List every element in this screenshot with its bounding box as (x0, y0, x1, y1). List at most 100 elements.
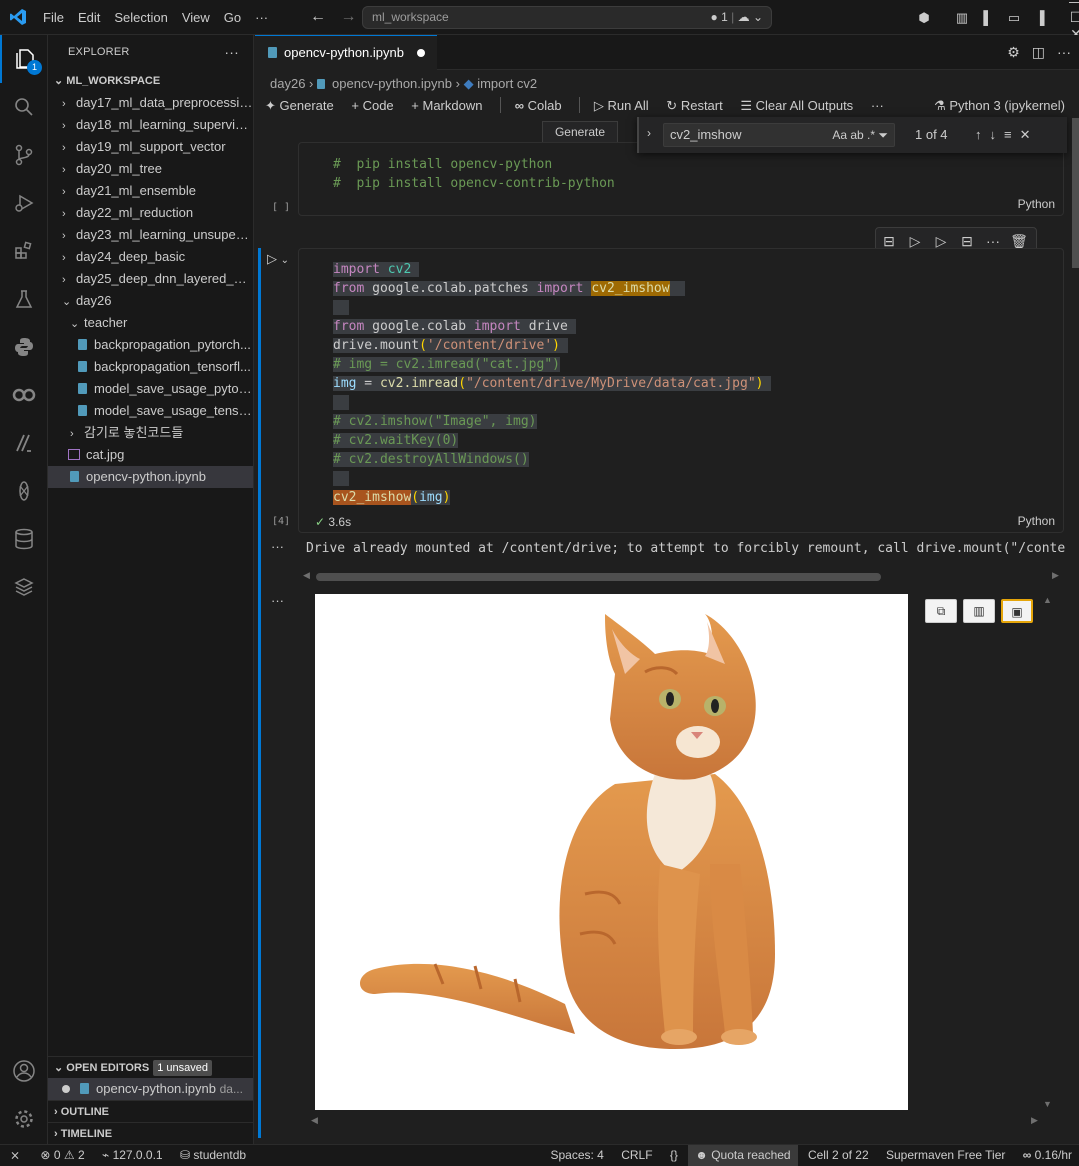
colab-usage[interactable]: ∞ 0.16/hr (1016, 1145, 1079, 1166)
add-code-button[interactable]: + Code (351, 95, 393, 117)
database-indicator[interactable]: ⛁ studentdb (173, 1145, 253, 1166)
colab-button[interactable]: ∞ Colab (515, 95, 562, 117)
code-cell-1[interactable]: # pip install opencv-python # pip instal… (298, 142, 1064, 216)
outline-section[interactable]: › OUTLINE (48, 1100, 253, 1122)
problems-indicator[interactable]: ⊗ 0 ⚠ 2 (33, 1145, 91, 1166)
plot-viewer-icon[interactable]: ▥ (963, 599, 995, 623)
folder-item[interactable]: › day24_deep_basic (48, 246, 253, 268)
eol-indicator[interactable]: CRLF (614, 1145, 659, 1166)
editor-scrollbar[interactable] (1072, 118, 1079, 268)
previous-match-icon[interactable]: ↑ (975, 127, 990, 142)
notebook-file-item[interactable]: backpropagation_pytorch... (48, 334, 253, 356)
output-more-icon[interactable]: ··· (271, 593, 284, 608)
cell-language[interactable]: Python (1018, 514, 1055, 528)
filter-icon[interactable]: ⏷ (878, 128, 888, 142)
toggle-secondary-sidebar-icon[interactable]: ▐ (1027, 10, 1053, 25)
copy-output-icon[interactable]: ⧉ (925, 599, 957, 623)
open-editors-section[interactable]: ⌄ OPEN EDITORS 1 unsaved (48, 1056, 253, 1078)
tab-opencv-notebook[interactable]: opencv-python.ipynb (255, 35, 437, 70)
source-control-icon[interactable] (0, 131, 48, 179)
folder-item[interactable]: › day22_ml_reduction (48, 202, 253, 224)
breadcrumb-file[interactable]: opencv-python.ipynb (332, 76, 452, 91)
accounts-icon[interactable]: ⬢ (911, 10, 937, 26)
maximize-icon[interactable]: ☐ (1053, 9, 1079, 26)
find-selection-icon[interactable]: ≡ (1004, 127, 1020, 142)
run-cell-button[interactable]: ▷ ⌄ (267, 251, 289, 267)
changes-indicator[interactable]: ● 1 | ☁ ⌄ (711, 7, 763, 28)
folder-item[interactable]: › day19_ml_support_vector (48, 136, 253, 158)
run-debug-icon[interactable] (0, 179, 48, 227)
kubernetes-icon[interactable] (0, 467, 48, 515)
toggle-panel-icon[interactable]: ▭ (1001, 10, 1027, 26)
folder-teacher[interactable]: ⌄ teacher (48, 312, 253, 334)
output-horizontal-scrollbar[interactable] (316, 573, 881, 581)
folder-item[interactable]: › day18_ml_learning_supervise... (48, 114, 253, 136)
scroll-right-icon[interactable]: ▶ (1052, 570, 1059, 581)
clear-outputs-button[interactable]: ☰ Clear All Outputs (740, 95, 853, 117)
colab-icon[interactable] (0, 371, 48, 419)
scroll-left-icon[interactable]: ◀ (303, 570, 310, 581)
breadcrumb-folder[interactable]: day26 (270, 76, 305, 91)
menu-go[interactable]: Go (217, 0, 248, 35)
close-find-icon[interactable]: ✕ (1020, 127, 1039, 142)
more-actions-icon[interactable]: ··· (1057, 44, 1071, 60)
timeline-section[interactable]: › TIMELINE (48, 1122, 253, 1144)
restart-button[interactable]: ↻ Restart (666, 95, 722, 117)
testing-flask-icon[interactable] (0, 275, 48, 323)
python-icon[interactable] (0, 323, 48, 371)
database-icon[interactable] (0, 515, 48, 563)
find-options[interactable]: Aa ab .* ⏷ (832, 124, 888, 146)
workspace-root[interactable]: ⌄ ML_WORKSPACE (48, 70, 253, 92)
chevron-right-icon[interactable]: › (647, 126, 651, 140)
cell-language[interactable]: Python (1018, 197, 1055, 211)
breadcrumb-symbol[interactable]: import cv2 (477, 76, 537, 91)
toolbar-more-icon[interactable]: ··· (871, 95, 884, 117)
scroll-down-icon[interactable]: ▼ (1043, 1099, 1052, 1109)
folder-item[interactable]: › day21_ml_ensemble (48, 180, 253, 202)
run-all-button[interactable]: ▷ Run All (594, 95, 649, 117)
folder-item[interactable]: › day25_deep_dnn_layered_str... (48, 268, 253, 290)
explorer-icon[interactable]: 1 (0, 35, 48, 83)
scroll-left-icon[interactable]: ◀ (311, 1115, 318, 1126)
menu-view[interactable]: View (175, 0, 217, 35)
folder-korean[interactable]: › 감기로 놓친코드들 (48, 422, 253, 444)
folder-day26[interactable]: ⌄ day26 (48, 290, 253, 312)
file-notebook[interactable]: opencv-python.ipynb (48, 466, 253, 488)
split-editor-icon[interactable]: ◫ (1032, 44, 1045, 60)
file-cat-jpg[interactable]: cat.jpg (48, 444, 253, 466)
menu-file[interactable]: File (36, 0, 71, 35)
settings-gear-icon[interactable] (0, 1095, 48, 1143)
copilot-icon[interactable]: ☁ (738, 10, 750, 24)
supermaven-status[interactable]: Supermaven Free Tier (879, 1145, 1012, 1166)
folder-item[interactable]: › day20_ml_tree (48, 158, 253, 180)
vscode-logo-icon[interactable] (0, 0, 36, 35)
indentation-indicator[interactable]: Spaces: 4 (543, 1145, 610, 1166)
folder-item[interactable]: › day17_ml_data_preprocessing (48, 92, 253, 114)
copilot-quota[interactable]: ☻ Quota reached (688, 1145, 798, 1166)
layers-icon[interactable] (0, 563, 48, 611)
cell-position[interactable]: Cell 2 of 22 (801, 1145, 876, 1166)
minimize-icon[interactable]: — (1053, 0, 1079, 9)
save-image-icon[interactable]: ▣ (1001, 599, 1033, 623)
menu-more[interactable]: ··· (248, 0, 275, 35)
next-match-icon[interactable]: ↓ (990, 127, 1005, 142)
scroll-right-icon[interactable]: ▶ (1031, 1115, 1038, 1126)
cell-generate-button[interactable]: Generate (542, 121, 618, 143)
forward-arrow-icon[interactable]: → (340, 8, 356, 25)
remote-icon[interactable]: ⨯ (0, 1145, 30, 1166)
code-cell-2[interactable]: import cv2 from google.colab.patches imp… (298, 248, 1064, 533)
output-more-icon[interactable]: ··· (271, 539, 284, 554)
explorer-more-icon[interactable]: ··· (224, 35, 239, 70)
host-indicator[interactable]: ⌁ 127.0.0.1 (95, 1145, 170, 1166)
extensions-icon[interactable] (0, 227, 48, 275)
ai-toolkit-icon[interactable] (0, 419, 48, 467)
folder-item[interactable]: › day23_ml_learning_unsuperv... (48, 224, 253, 246)
gear-icon[interactable]: ⚙ (1007, 44, 1020, 60)
kernel-picker[interactable]: ⚗ Python 3 (ipykernel) (934, 95, 1065, 117)
back-arrow-icon[interactable]: ← (310, 8, 326, 25)
layout-customize-icon[interactable]: ▥ (949, 10, 975, 26)
notebook-file-item[interactable]: backpropagation_tensorfl... (48, 356, 253, 378)
language-braces-icon[interactable]: {} (663, 1145, 685, 1166)
find-input[interactable]: cv2_imshow Aa ab .* ⏷ (663, 123, 895, 147)
notebook-file-item[interactable]: model_save_usage_tensor... (48, 400, 253, 422)
